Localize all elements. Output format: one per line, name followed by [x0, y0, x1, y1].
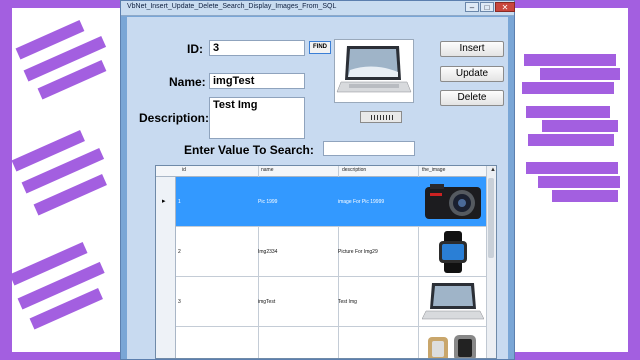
find-button[interactable]: FIND — [309, 41, 331, 54]
column-header-description[interactable]: description — [342, 167, 366, 173]
deco-stripe — [528, 134, 614, 146]
close-button[interactable]: ✕ — [495, 2, 515, 12]
description-label: Description: — [139, 111, 210, 125]
delete-button[interactable]: Delete — [440, 90, 504, 106]
grid-vertical-scrollbar[interactable]: ▲ — [486, 166, 496, 358]
smartwatch-icon — [439, 231, 467, 273]
deco-stripe — [526, 162, 618, 174]
column-header-id[interactable]: id — [182, 167, 186, 173]
insert-button[interactable]: Insert — [440, 41, 504, 57]
row-header[interactable] — [156, 327, 176, 358]
cell-name: Pic 1999 — [258, 199, 278, 205]
grid-header: id name description the_image — [156, 166, 496, 177]
cell-description: Test Img — [338, 299, 357, 305]
table-row[interactable]: 1 Pic 1999 image For Pic 19999 — [176, 177, 488, 227]
deco-stripe — [538, 176, 620, 188]
camera-icon — [425, 184, 481, 219]
deco-stripe — [542, 120, 618, 132]
window-title: VbNet_Insert_Update_Delete_Search_Displa… — [127, 3, 337, 10]
title-bar[interactable]: VbNet_Insert_Update_Delete_Search_Displa… — [121, 1, 515, 16]
maximize-button[interactable]: □ — [480, 2, 494, 12]
search-input[interactable] — [323, 141, 415, 156]
cell-name: imgTest — [258, 299, 276, 305]
cell-name: Img2334 — [258, 249, 278, 255]
row-header[interactable]: ▸ — [156, 177, 176, 227]
laptop-icon — [336, 46, 412, 93]
barcode-icon — [371, 115, 393, 120]
table-row[interactable]: 2 Img2334 Picture For Img29 — [176, 227, 488, 277]
deco-stripe — [540, 68, 620, 80]
data-grid[interactable]: id name description the_image ▸ 1 Pic 19… — [155, 165, 497, 359]
update-button[interactable]: Update — [440, 66, 504, 82]
column-header-image[interactable]: the_image — [422, 167, 445, 173]
cell-id: 1 — [178, 199, 181, 205]
right-frame-bar — [628, 0, 640, 360]
id-input[interactable]: 3 — [209, 40, 305, 56]
name-input[interactable]: imgTest — [209, 73, 305, 89]
app-window: VbNet_Insert_Update_Delete_Search_Displa… — [120, 0, 515, 360]
name-label: Name: — [169, 75, 206, 89]
row-header[interactable] — [156, 277, 176, 327]
form-client-area: ID: 3 FIND Name: imgTest Description: Te… — [127, 17, 508, 359]
deco-stripe — [552, 190, 618, 202]
scroll-thumb[interactable] — [488, 178, 494, 258]
cell-id: 3 — [178, 299, 181, 305]
deco-stripe — [526, 106, 610, 118]
watch-icon — [428, 335, 476, 358]
cell-description: image For Pic 19999 — [338, 199, 385, 205]
table-row[interactable] — [176, 327, 488, 358]
column-header-name[interactable]: name — [261, 167, 274, 173]
laptop-icon — [422, 283, 484, 320]
row-header[interactable] — [156, 227, 176, 277]
cell-description: Picture For Img29 — [338, 249, 378, 255]
scroll-up-icon[interactable]: ▲ — [490, 167, 496, 173]
deco-stripe — [522, 82, 614, 94]
browse-image-button[interactable] — [360, 111, 402, 123]
left-frame-bar — [0, 0, 12, 360]
deco-stripe — [524, 54, 616, 66]
picture-box — [334, 39, 414, 103]
id-label: ID: — [187, 42, 203, 56]
minimize-button[interactable]: – — [465, 2, 479, 12]
description-input[interactable]: Test Img — [209, 97, 305, 139]
current-row-marker: ▸ — [162, 198, 166, 205]
cell-id: 2 — [178, 249, 181, 255]
table-row[interactable]: 3 imgTest Test Img — [176, 277, 488, 327]
search-label: Enter Value To Search: — [184, 143, 314, 157]
